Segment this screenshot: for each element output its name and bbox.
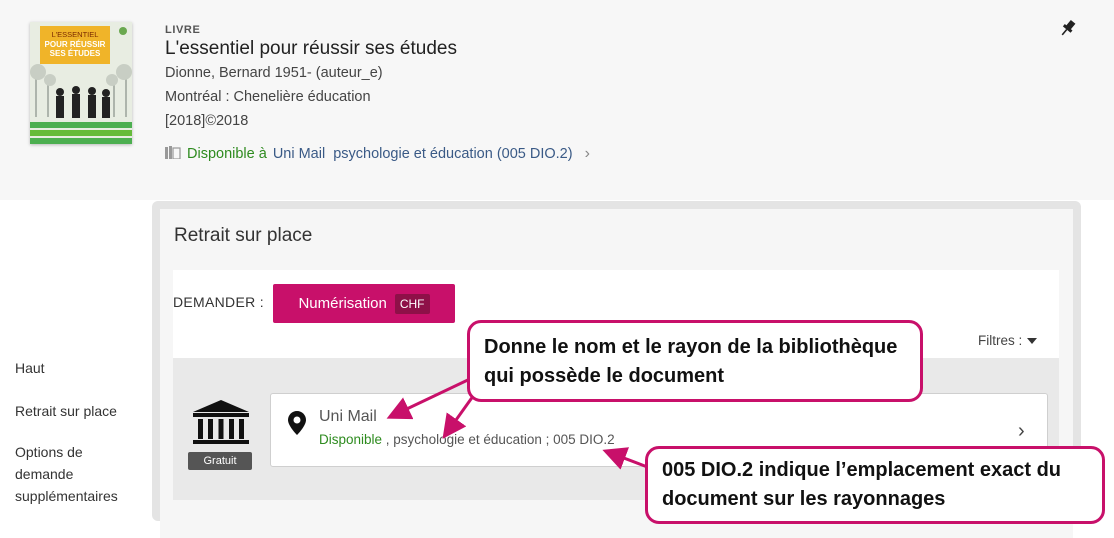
callout-library-location: Donne le nom et le rayon de la bibliothè… <box>467 320 923 402</box>
callout-shelf-mark: 005 DIO.2 indique l’emplacement exact du… <box>645 446 1105 524</box>
